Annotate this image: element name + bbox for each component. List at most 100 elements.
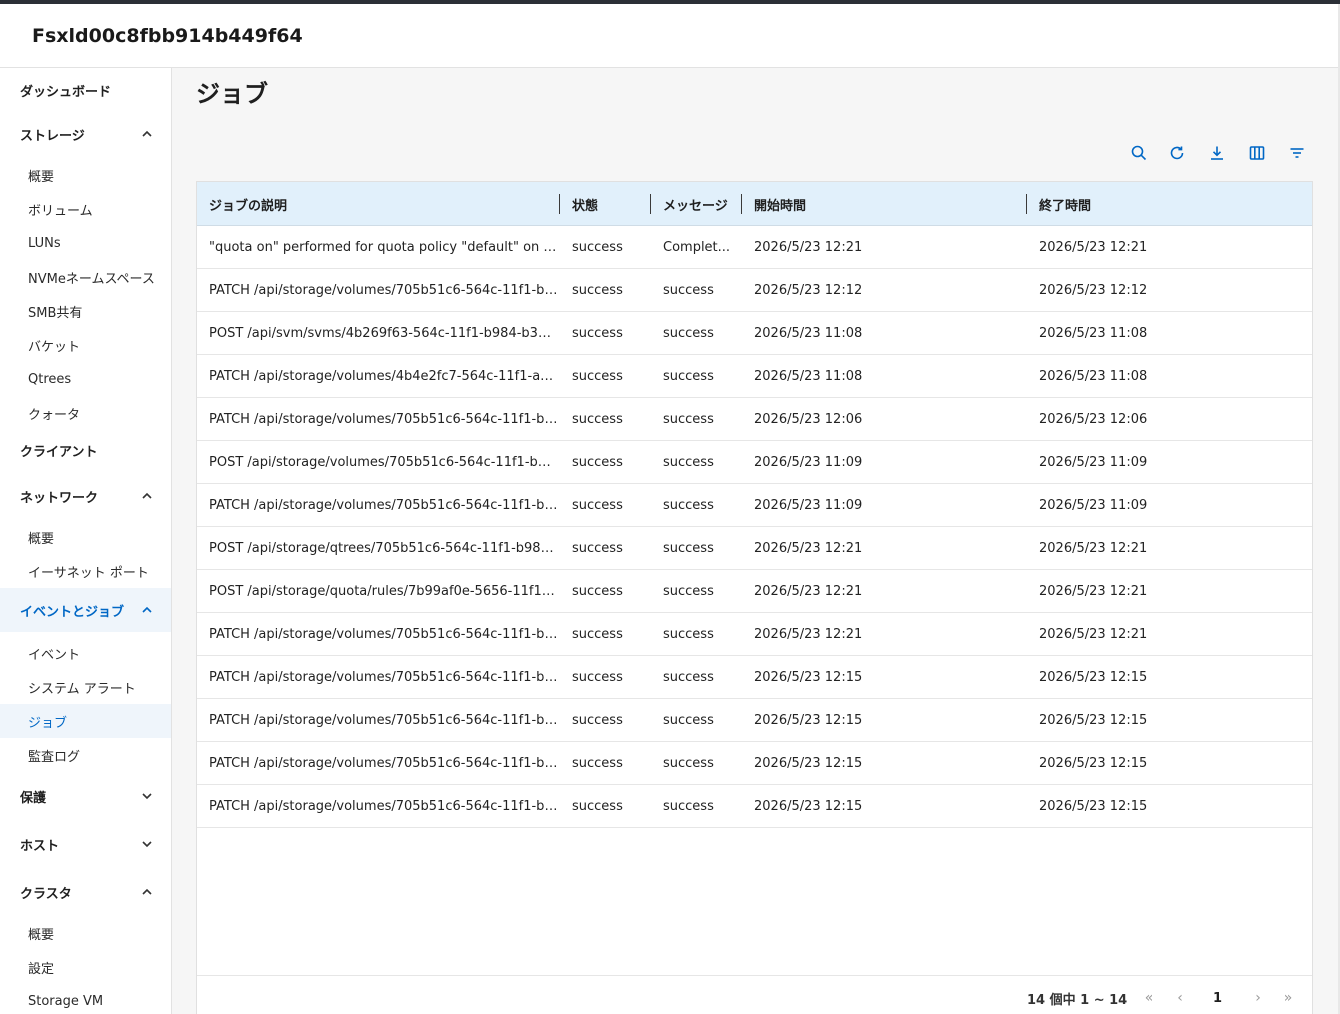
prev-page-button[interactable]: ‹ — [1170, 988, 1190, 1008]
sidebar-item-label: クラスタ — [20, 886, 72, 902]
table-cell: success — [651, 527, 741, 570]
first-page-button[interactable]: « — [1139, 988, 1159, 1008]
cell-text: 2026/5/23 12:15 — [754, 756, 863, 771]
table-cell: 2026/5/23 11:09 — [742, 441, 1026, 484]
table-row[interactable]: PATCH /api/storage/volumes/705b51c6-564c… — [197, 613, 1312, 656]
chevron-down-icon[interactable] — [141, 790, 153, 802]
sidebar-item-15[interactable]: イベント — [0, 636, 171, 670]
table-cell: POST /api/svm/svms/4b269f63-564c-11f1-b9… — [197, 312, 559, 355]
current-page[interactable]: 1 — [1213, 976, 1222, 1014]
sidebar-item-label: ジョブ — [28, 715, 68, 731]
sidebar-item-22[interactable]: 概要 — [0, 916, 171, 950]
cell-text: 2026/5/23 11:08 — [754, 326, 863, 341]
sidebar-item-17[interactable]: ジョブ — [0, 704, 171, 738]
table-row[interactable]: POST /api/svm/svms/4b269f63-564c-11f1-b9… — [197, 312, 1312, 355]
sidebar-group-1[interactable]: ストレージ — [0, 112, 171, 156]
column-header-end-time[interactable]: 終了時間 — [1027, 182, 1312, 226]
sidebar-group-14[interactable]: イベントとジョブ — [0, 588, 171, 632]
cell-text: 2026/5/23 11:09 — [754, 455, 863, 470]
chevron-up-icon[interactable] — [141, 604, 153, 616]
cell-text: 2026/5/23 11:09 — [1039, 455, 1148, 470]
column-header-status[interactable]: 状態 — [560, 182, 650, 226]
download-icon[interactable] — [1206, 142, 1228, 164]
table-cell: success — [560, 570, 650, 613]
sidebar-group-10[interactable]: クライアント — [0, 428, 171, 472]
sidebar-item-label: バケット — [28, 339, 81, 355]
sidebar-item-16[interactable]: システム アラート — [0, 670, 171, 704]
chevron-down-icon[interactable] — [141, 838, 153, 850]
column-header-message[interactable]: メッセージ — [651, 182, 741, 226]
sidebar-item-label: SMB共有 — [28, 305, 83, 321]
sidebar-item-12[interactable]: 概要 — [0, 520, 171, 554]
sidebar-group-19[interactable]: 保護 — [0, 774, 171, 818]
table-cell: success — [651, 570, 741, 613]
table-row[interactable]: PATCH /api/storage/volumes/4b4e2fc7-564c… — [197, 355, 1312, 398]
sidebar-group-21[interactable]: クラスタ — [0, 870, 171, 914]
column-header-description[interactable]: ジョブの説明 — [197, 182, 559, 226]
sidebar-item-23[interactable]: 設定 — [0, 950, 171, 984]
sidebar-item-label: クォータ — [28, 407, 81, 423]
cell-text: success — [572, 283, 623, 298]
column-header-start-time[interactable]: 開始時間 — [742, 182, 1026, 226]
sidebar-item-6[interactable]: SMB共有 — [0, 294, 171, 328]
table-cell: 2026/5/23 11:09 — [1027, 484, 1312, 527]
sidebar-item-8[interactable]: Qtrees — [0, 362, 171, 396]
sidebar-group-20[interactable]: ホスト — [0, 822, 171, 866]
sidebar-item-13[interactable]: イーサネット ポート — [0, 554, 171, 588]
sidebar-item-label: 設定 — [28, 961, 55, 977]
cell-text: Complet... — [663, 240, 731, 255]
table-row[interactable]: "quota on" performed for quota policy "d… — [197, 226, 1312, 269]
table-row[interactable]: POST /api/storage/volumes/705b51c6-564c-… — [197, 441, 1312, 484]
table-row[interactable]: PATCH /api/storage/volumes/705b51c6-564c… — [197, 269, 1312, 312]
cell-text: success — [663, 541, 714, 556]
table-row[interactable]: PATCH /api/storage/volumes/705b51c6-564c… — [197, 699, 1312, 742]
table-cell: success — [560, 785, 650, 828]
last-page-button[interactable]: » — [1278, 988, 1298, 1008]
sidebar-item-9[interactable]: クォータ — [0, 396, 171, 430]
table-cell: 2026/5/23 12:15 — [742, 699, 1026, 742]
next-page-button[interactable]: › — [1248, 988, 1268, 1008]
table-row[interactable]: POST /api/storage/quota/rules/7b99af0e-5… — [197, 570, 1312, 613]
sidebar-item-label: 監査ログ — [28, 749, 81, 765]
table-row[interactable]: PATCH /api/storage/volumes/705b51c6-564c… — [197, 398, 1312, 441]
table-cell: 2026/5/23 11:08 — [742, 312, 1026, 355]
sidebar-item-2[interactable]: 概要 — [0, 158, 171, 192]
sidebar-item-3[interactable]: ボリューム — [0, 192, 171, 226]
cell-text: 2026/5/23 12:21 — [754, 584, 863, 599]
table-footer: 14 個中 1 ~ 14 « ‹ 1 › » — [197, 975, 1312, 1014]
sidebar-group-0[interactable]: ダッシュボード — [0, 68, 171, 112]
cell-text: PATCH /api/storage/volumes/705b51c6-564c… — [209, 412, 559, 427]
sidebar-item-5[interactable]: NVMeネームスペース — [0, 260, 171, 294]
chevron-up-icon[interactable] — [141, 886, 153, 898]
table-row[interactable]: PATCH /api/storage/volumes/705b51c6-564c… — [197, 484, 1312, 527]
cell-text: success — [572, 713, 623, 728]
sidebar-item-label: ホスト — [20, 838, 60, 854]
sidebar-item-24[interactable]: Storage VM — [0, 984, 171, 1014]
filter-icon[interactable] — [1286, 142, 1308, 164]
sidebar-item-7[interactable]: バケット — [0, 328, 171, 362]
table-row[interactable]: PATCH /api/storage/volumes/705b51c6-564c… — [197, 785, 1312, 828]
cell-text: 2026/5/23 12:21 — [1039, 627, 1148, 642]
sidebar-item-label: 概要 — [28, 531, 55, 547]
app-header: Fsxld00c8fbb914b449f64 — [0, 4, 1338, 68]
table-row[interactable]: POST /api/storage/qtrees/705b51c6-564c-1… — [197, 527, 1312, 570]
cell-text: 2026/5/23 12:21 — [754, 240, 863, 255]
cell-text: success — [572, 412, 623, 427]
chevron-up-icon[interactable] — [141, 128, 153, 140]
refresh-icon[interactable] — [1166, 142, 1188, 164]
cell-text: success — [663, 369, 714, 384]
cell-text: 2026/5/23 11:09 — [1039, 498, 1148, 513]
chevron-up-icon[interactable] — [141, 490, 153, 502]
sidebar-item-label: イーサネット ポート — [28, 565, 149, 581]
sidebar-group-11[interactable]: ネットワーク — [0, 474, 171, 518]
sidebar-item-label: イベント — [28, 647, 81, 663]
sidebar-item-18[interactable]: 監査ログ — [0, 738, 171, 772]
search-icon[interactable] — [1128, 142, 1150, 164]
sidebar-item-4[interactable]: LUNs — [0, 226, 171, 260]
columns-icon[interactable] — [1246, 142, 1268, 164]
table-cell: PATCH /api/storage/volumes/705b51c6-564c… — [197, 785, 559, 828]
table-row[interactable]: PATCH /api/storage/volumes/705b51c6-564c… — [197, 656, 1312, 699]
table-row[interactable]: PATCH /api/storage/volumes/705b51c6-564c… — [197, 742, 1312, 785]
sidebar-item-label: Qtrees — [28, 371, 72, 387]
cell-text: success — [663, 584, 714, 599]
